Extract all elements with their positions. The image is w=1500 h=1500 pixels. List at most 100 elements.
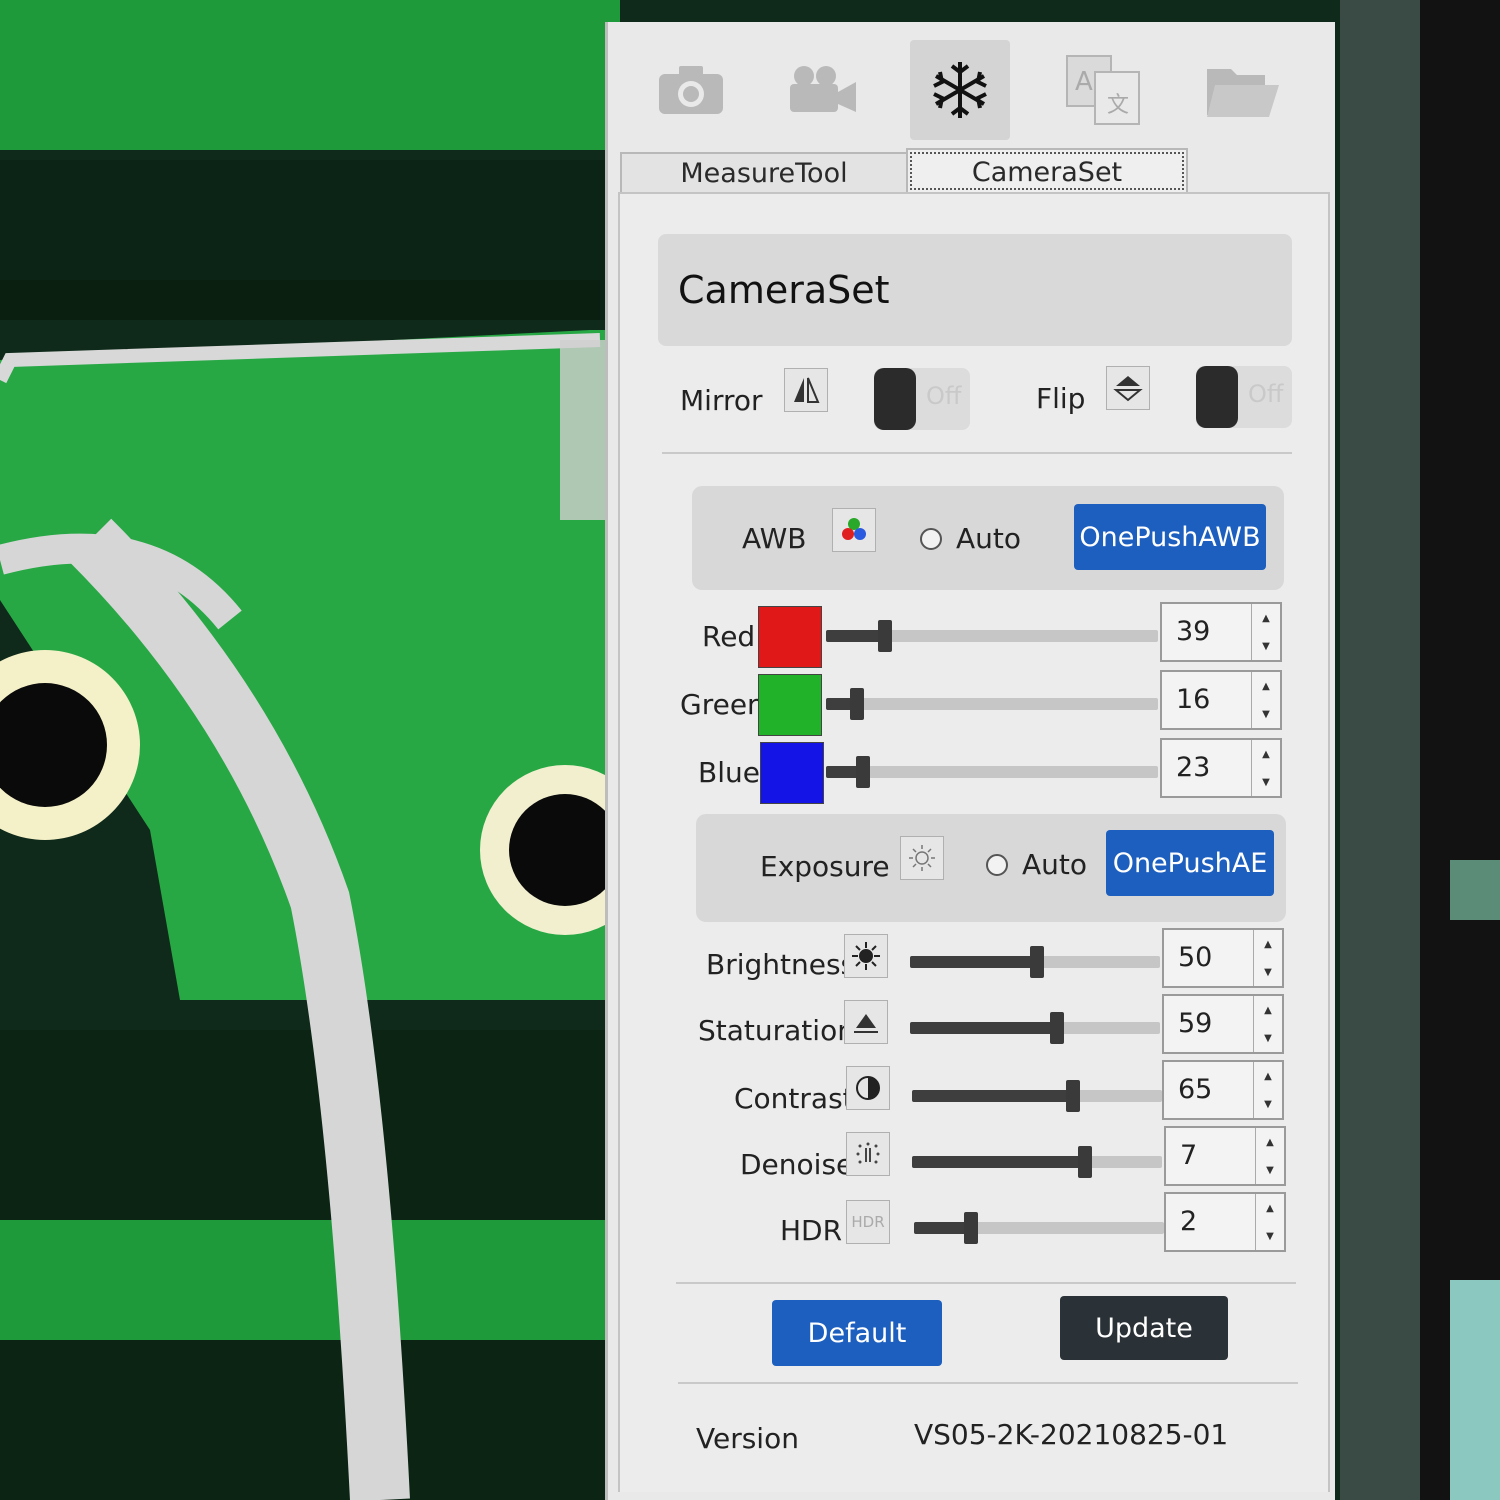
hdr-value: 2	[1180, 1206, 1198, 1237]
contrast-value-spinbox[interactable]: 65 ▲ ▼	[1162, 1060, 1284, 1120]
mirror-toggle-state: Off	[926, 382, 962, 410]
brightness-slider-fill	[910, 956, 1038, 968]
saturation-value: 59	[1178, 1008, 1213, 1039]
awb-label: AWB	[742, 522, 807, 555]
exposure-icon	[900, 836, 944, 880]
green-slider[interactable]	[826, 688, 1158, 720]
section-header: CameraSet	[658, 234, 1292, 346]
contrast-slider-thumb[interactable]	[1066, 1080, 1080, 1112]
version-label: Version	[696, 1422, 799, 1455]
camera-icon[interactable]	[646, 50, 736, 130]
green-slider-thumb[interactable]	[850, 688, 864, 720]
awb-auto-label: Auto	[956, 522, 1022, 555]
spin-arrows[interactable]: ▲ ▼	[1253, 1062, 1282, 1118]
mirror-label: Mirror	[680, 384, 763, 417]
saturation-value-spinbox[interactable]: 59 ▲ ▼	[1162, 994, 1284, 1054]
translate-icon[interactable]: A文	[1058, 50, 1148, 130]
divider	[676, 1282, 1296, 1284]
denoise-value-spinbox[interactable]: 7 ▲ ▼	[1164, 1126, 1286, 1186]
red-slider[interactable]	[826, 620, 1158, 652]
blue-slider[interactable]	[826, 756, 1158, 788]
contrast-slider[interactable]	[912, 1080, 1162, 1112]
color-balance-icon	[832, 508, 876, 552]
spin-arrows[interactable]: ▲ ▼	[1251, 672, 1280, 728]
mirror-toggle[interactable]: Off	[874, 368, 970, 430]
exposure-label: Exposure	[760, 850, 890, 883]
brightness-value: 50	[1178, 942, 1213, 973]
camera-settings-panel: A文 MeasureTool CameraSet CameraSet Mirro…	[605, 22, 1335, 1500]
red-value: 39	[1176, 616, 1211, 647]
brightness-slider[interactable]	[910, 946, 1160, 978]
one-push-awb-button[interactable]: OnePushAWB	[1074, 504, 1266, 570]
spin-arrows[interactable]: ▲ ▼	[1251, 604, 1280, 660]
awb-auto-radio[interactable]: Auto	[920, 522, 1021, 555]
one-push-ae-button[interactable]: OnePushAE	[1106, 830, 1274, 896]
brightness-value-spinbox[interactable]: 50 ▲ ▼	[1162, 928, 1284, 988]
denoise-value: 7	[1180, 1140, 1198, 1171]
folder-icon[interactable]	[1198, 50, 1288, 130]
blue-label: Blue	[698, 756, 760, 789]
red-slider-thumb[interactable]	[878, 620, 892, 652]
hdr-slider[interactable]	[914, 1212, 1164, 1244]
tab-camera-set[interactable]: CameraSet	[906, 148, 1188, 194]
red-swatch	[758, 606, 822, 668]
spin-arrows[interactable]: ▲ ▼	[1253, 996, 1282, 1052]
green-label: Green	[680, 688, 765, 721]
red-label: Red	[702, 620, 756, 653]
flip-label: Flip	[1036, 382, 1086, 415]
saturation-slider-fill	[910, 1022, 1058, 1034]
radio-circle	[920, 527, 942, 550]
flip-toggle-state: Off	[1248, 380, 1284, 408]
contrast-icon	[846, 1066, 890, 1110]
denoise-slider-fill	[912, 1156, 1086, 1168]
blue-slider-thumb[interactable]	[856, 756, 870, 788]
divider	[662, 452, 1292, 454]
tab-measure-tool[interactable]: MeasureTool	[620, 152, 908, 192]
contrast-slider-fill	[912, 1090, 1074, 1102]
denoise-slider[interactable]	[912, 1146, 1162, 1178]
exposure-auto-radio[interactable]: Auto	[986, 848, 1087, 881]
saturation-slider-thumb[interactable]	[1050, 1012, 1064, 1044]
video-camera-icon[interactable]	[778, 50, 868, 130]
spin-arrows[interactable]: ▲ ▼	[1255, 1128, 1284, 1184]
green-swatch	[758, 674, 822, 736]
denoise-icon	[846, 1132, 890, 1176]
denoise-slider-thumb[interactable]	[1078, 1146, 1092, 1178]
snowflake-icon[interactable]	[910, 40, 1010, 140]
brightness-icon	[844, 934, 888, 978]
green-value: 16	[1176, 684, 1211, 715]
hdr-slider-thumb[interactable]	[964, 1212, 978, 1244]
blue-value: 23	[1176, 752, 1211, 783]
green-value-spinbox[interactable]: 16 ▲ ▼	[1160, 670, 1282, 730]
exposure-auto-label: Auto	[1022, 848, 1088, 881]
brightness-slider-thumb[interactable]	[1030, 946, 1044, 978]
spin-arrows[interactable]: ▲ ▼	[1255, 1194, 1284, 1250]
contrast-label: Contrast	[734, 1082, 854, 1115]
update-button[interactable]: Update	[1060, 1296, 1228, 1360]
denoise-label: Denoise	[740, 1148, 854, 1181]
spin-arrows[interactable]: ▲ ▼	[1253, 930, 1282, 986]
saturation-slider[interactable]	[910, 1012, 1160, 1044]
blue-swatch	[760, 742, 824, 804]
mirror-toggle-knob	[874, 368, 916, 430]
hdr-value-spinbox[interactable]: 2 ▲ ▼	[1164, 1192, 1286, 1252]
page-title: CameraSet	[678, 268, 890, 312]
divider	[678, 1382, 1298, 1384]
svg-text:文: 文	[1107, 93, 1129, 118]
brightness-label: Brightness	[706, 948, 856, 981]
red-value-spinbox[interactable]: 39 ▲ ▼	[1160, 602, 1282, 662]
blue-value-spinbox[interactable]: 23 ▲ ▼	[1160, 738, 1282, 798]
contrast-value: 65	[1178, 1074, 1213, 1105]
hdr-icon: HDR	[846, 1200, 890, 1244]
flip-icon	[1106, 366, 1150, 410]
hdr-label: HDR	[780, 1214, 843, 1247]
flip-toggle-knob	[1196, 366, 1238, 428]
saturation-icon	[844, 1000, 888, 1044]
default-button[interactable]: Default	[772, 1300, 942, 1366]
mirror-icon	[784, 368, 828, 412]
svg-text:A: A	[1075, 67, 1093, 97]
flip-toggle[interactable]: Off	[1196, 366, 1292, 428]
spin-arrows[interactable]: ▲ ▼	[1251, 740, 1280, 796]
version-value: VS05-2K-20210825-01	[914, 1418, 1229, 1451]
radio-circle	[986, 853, 1008, 876]
